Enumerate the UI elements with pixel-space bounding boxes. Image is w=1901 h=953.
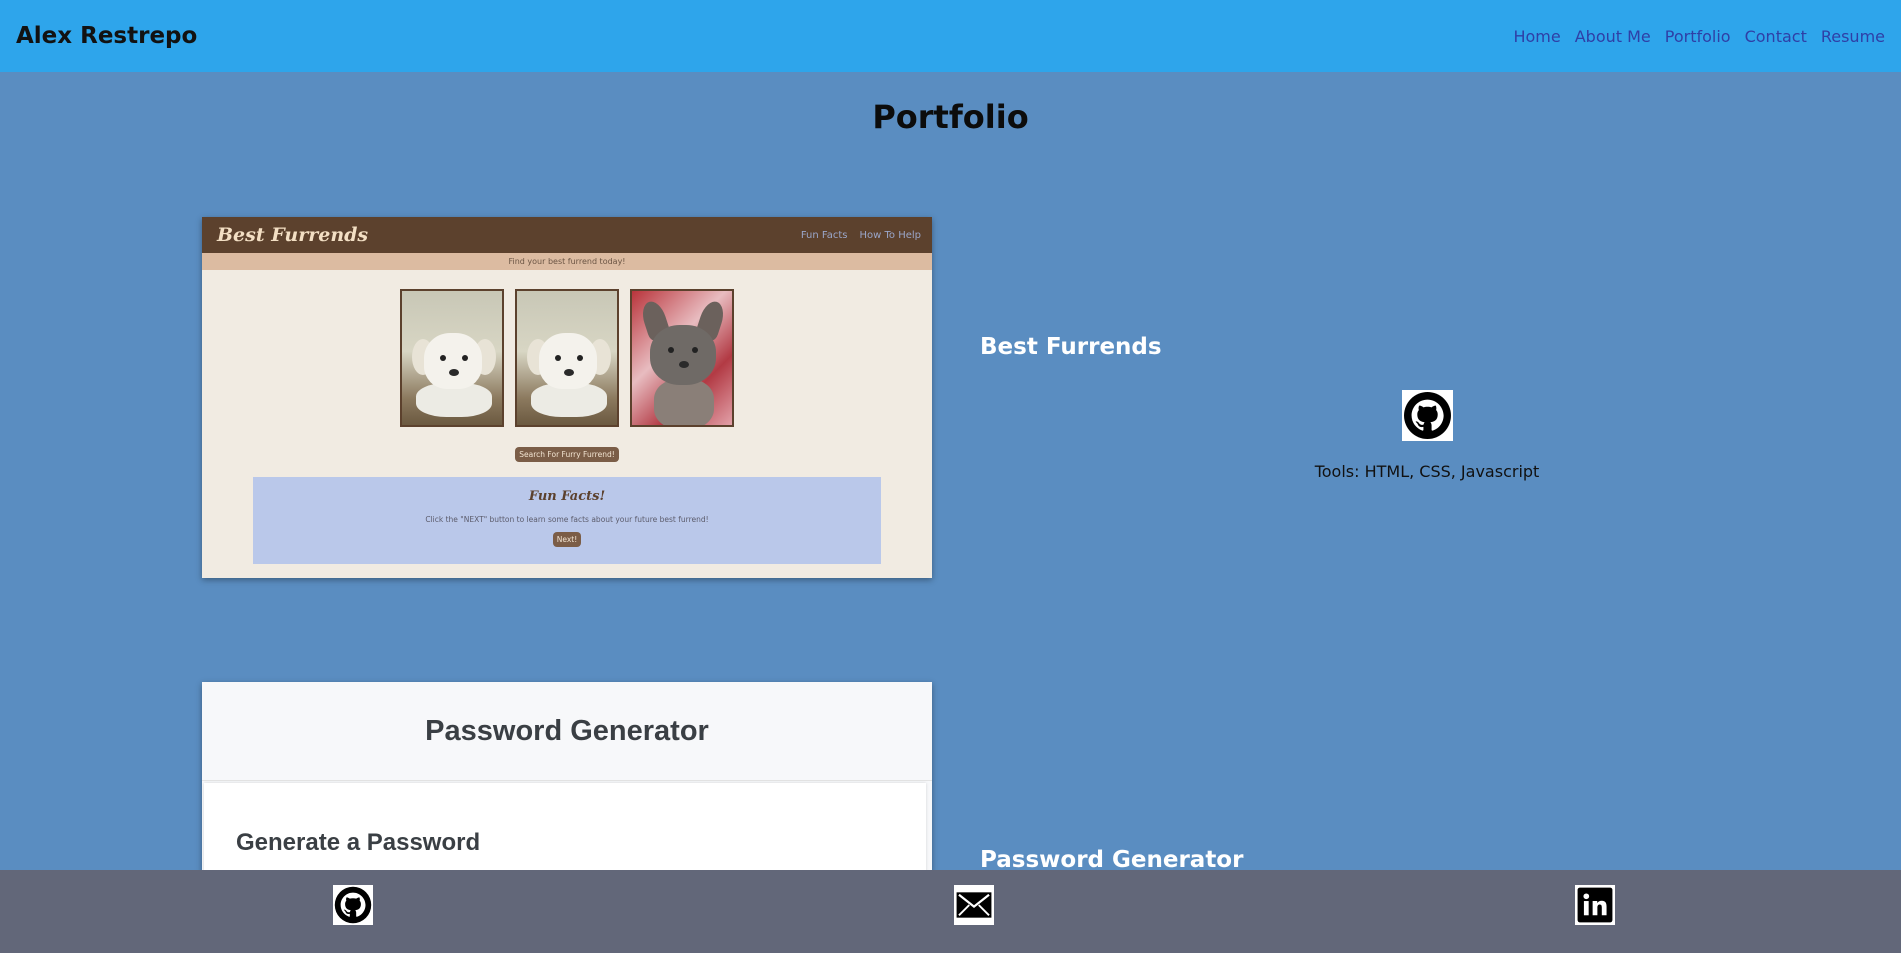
mail-icon — [956, 892, 992, 918]
best-furrends-screenshot[interactable]: Best Furrends Fun Facts How To Help Find… — [202, 217, 932, 578]
brand-name[interactable]: Alex Restrepo — [16, 23, 197, 49]
bf-nav-fun-facts: Fun Facts — [800, 229, 848, 241]
bf-next-button: Next! — [553, 532, 581, 547]
nav-about-me[interactable]: About Me — [1575, 27, 1651, 46]
bf-photos — [202, 289, 932, 427]
puppy-photo — [515, 289, 619, 427]
pg-card: Generate a Password — [204, 783, 926, 872]
project-tools: Tools: HTML, CSS, Javascript — [1314, 462, 1540, 481]
footer — [0, 870, 1901, 953]
bf-header: Best Furrends Fun Facts How To Help — [202, 217, 932, 253]
pg-title: Password Generator — [425, 714, 709, 747]
puppy-photo — [400, 289, 504, 427]
pg-card-title: Generate a Password — [236, 829, 481, 856]
password-generator-screenshot[interactable]: Password Generator Generate a Password — [202, 682, 932, 872]
project-name-best-furrends: Best Furrends — [980, 334, 1162, 360]
linkedin-icon — [1577, 887, 1613, 923]
nav-links: Home About Me Portfolio Contact Resume — [1513, 27, 1885, 46]
frenchie-photo — [630, 289, 734, 427]
bf-fun-facts-box: Fun Facts! Click the "NEXT" button to le… — [253, 477, 881, 564]
nav-resume[interactable]: Resume — [1821, 27, 1885, 46]
nav-contact[interactable]: Contact — [1745, 27, 1807, 46]
bf-facts-text: Click the "NEXT" button to learn some fa… — [425, 515, 709, 524]
nav-portfolio[interactable]: Portfolio — [1665, 27, 1731, 46]
github-icon — [334, 886, 372, 924]
bf-facts-title: Fun Facts! — [528, 489, 606, 504]
bf-nav-how-to-help: How To Help — [859, 229, 922, 241]
github-icon — [1404, 392, 1451, 439]
project-github-link[interactable] — [1402, 390, 1453, 441]
bf-nav: Fun Facts How To Help — [801, 230, 921, 241]
page-title: Portfolio — [872, 98, 1029, 136]
pg-header: Password Generator — [202, 682, 932, 781]
bf-subtitle: Find your best furrend today! — [202, 253, 932, 270]
bf-title: Best Furrends — [217, 224, 369, 246]
footer-email-link[interactable] — [954, 885, 994, 925]
bf-search-button: Search For Furry Furrend! — [515, 447, 619, 462]
top-navbar: Alex Restrepo Home About Me Portfolio Co… — [0, 0, 1901, 72]
footer-linkedin-link[interactable] — [1575, 885, 1615, 925]
footer-github-link[interactable] — [333, 885, 373, 925]
nav-home[interactable]: Home — [1513, 27, 1560, 46]
